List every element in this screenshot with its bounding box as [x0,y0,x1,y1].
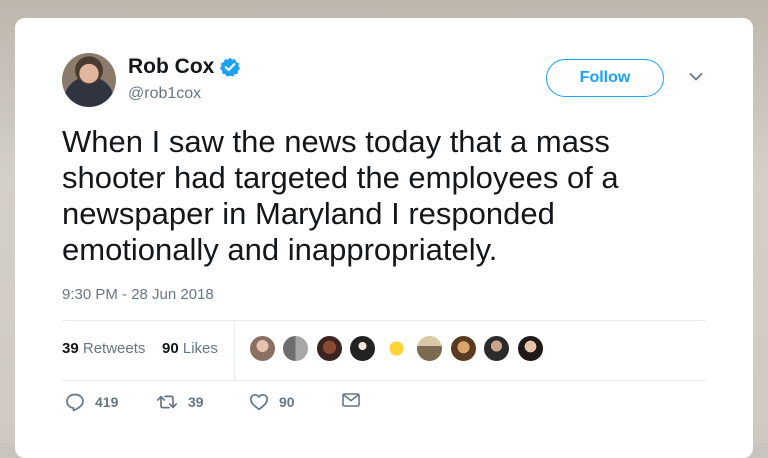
verified-badge-icon [220,57,240,77]
liker-avatar[interactable] [416,335,443,362]
retweet-count: 39 [188,394,204,410]
divider [62,320,706,321]
tweet-text: When I saw the news today that a mass sh… [62,124,619,267]
likes-label: Likes [182,340,218,357]
likes-stat[interactable]: 90 Likes [162,340,218,357]
divider [234,320,235,380]
tweet-card: Rob Cox @rob1cox Follow When I saw the n… [15,18,753,458]
retweet-icon [156,395,178,409]
liker-avatar[interactable] [349,335,376,362]
liker-avatar[interactable] [383,335,410,362]
divider [62,380,706,381]
reply-action[interactable]: 419 [65,392,118,412]
direct-message-action[interactable] [342,392,360,408]
retweets-count: 39 [62,340,79,357]
heart-icon [249,393,269,411]
follow-button[interactable]: Follow [546,59,664,97]
chevron-down-icon[interactable] [689,72,703,82]
author-handle[interactable]: @rob1cox [128,85,201,103]
like-count: 90 [279,394,295,410]
liker-avatar[interactable] [249,335,276,362]
liker-avatar[interactable] [450,335,477,362]
retweet-action[interactable]: 39 [156,392,204,412]
likes-count: 90 [162,340,179,357]
liker-avatar[interactable] [517,335,544,362]
reply-count: 419 [95,394,119,410]
liker-avatar[interactable] [316,335,343,362]
liker-avatar[interactable] [483,335,510,362]
reply-icon [66,393,84,412]
retweets-stat[interactable]: 39 Retweets [62,340,145,357]
liker-avatar[interactable] [282,335,309,362]
tweet-timestamp[interactable]: 9:30 PM - 28 Jun 2018 [62,286,214,303]
retweets-label: Retweets [82,340,146,357]
direct-message-icon [342,393,360,407]
author-name[interactable]: Rob Cox [128,55,214,79]
author-avatar[interactable] [62,53,116,107]
like-action[interactable]: 90 [249,392,295,412]
